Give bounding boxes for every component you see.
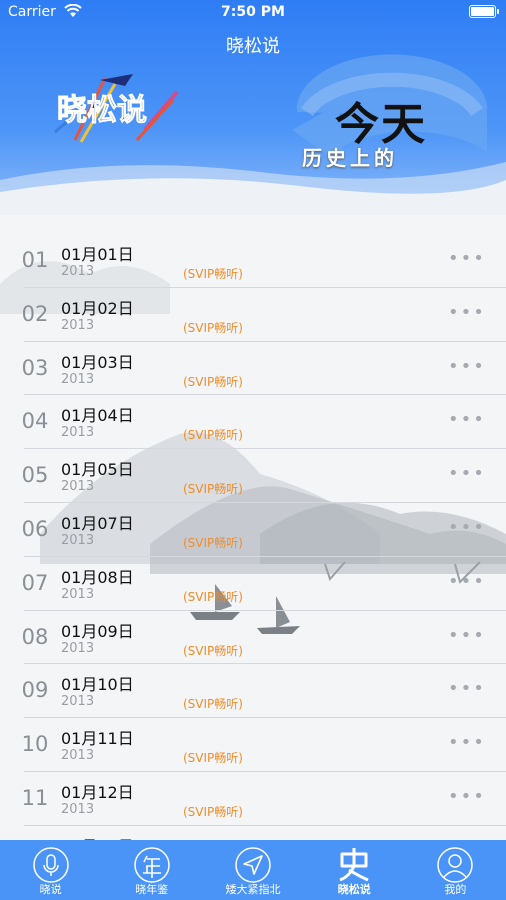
item-title: 01月13日 <box>61 833 134 840</box>
item-year: 2013 <box>61 801 95 817</box>
more-options-icon[interactable]: ••• <box>448 625 486 646</box>
svip-badge: (SVIP畅听) <box>183 535 243 550</box>
svg-text:晓松说: 晓松说 <box>57 93 147 128</box>
more-options-icon[interactable]: ••• <box>448 786 486 807</box>
list-item[interactable]: 08 01月09日 2013 (SVIP畅听) ••• <box>22 611 506 665</box>
item-title: 01月01日 <box>61 245 134 264</box>
item-title: 01月04日 <box>61 406 134 426</box>
item-title: 01月02日 <box>61 298 134 318</box>
list-item[interactable]: 11 01月12日 2013 (SVIP畅听) ••• <box>22 772 506 826</box>
item-year: 2013 <box>61 371 95 387</box>
item-year: 2013 <box>61 694 95 710</box>
tab-label: 晓松说 <box>337 883 371 896</box>
list-item[interactable]: 04 01月04日 2013 (SVIP畅听) ••• <box>22 395 506 450</box>
svip-badge: (SVIP畅听) <box>183 589 243 604</box>
item-number: 09 <box>21 678 49 703</box>
more-options-icon[interactable]: ••• <box>448 517 486 538</box>
more-options-icon[interactable]: ••• <box>448 248 486 269</box>
item-number: 01 <box>21 248 49 272</box>
item-number: 05 <box>21 463 49 488</box>
item-number: 11 <box>21 785 49 810</box>
item-year: 2013 <box>61 586 95 602</box>
item-year: 2013 <box>61 532 95 548</box>
item-year: 2013 <box>61 425 95 441</box>
more-options-icon[interactable]: ••• <box>448 463 486 484</box>
item-number: 08 <box>21 624 49 649</box>
status-bar: Carrier 7:50 PM <box>0 0 506 26</box>
list-item[interactable]: 09 01月10日 2013 (SVIP畅听) ••• <box>22 664 506 719</box>
more-options-icon[interactable]: ••• <box>448 678 486 699</box>
list-item[interactable]: 10 01月11日 2013 (SVIP畅听) ••• <box>22 718 506 772</box>
item-number: 03 <box>21 355 49 380</box>
tab-compass[interactable]: 矮大紧指北 <box>202 840 303 900</box>
list-item[interactable]: 01 01月01日 2013 (SVIP畅听) ••• <box>22 234 506 288</box>
item-year: 2013 <box>61 640 95 656</box>
list-item[interactable]: 03 01月03日 2013 (SVIP畅听) ••• <box>22 342 506 396</box>
app-logo: 晓松说 <box>54 74 179 143</box>
more-options-icon[interactable]: ••• <box>448 732 486 753</box>
item-title: 01月03日 <box>61 352 134 372</box>
svip-badge: (SVIP畅听) <box>183 482 243 497</box>
svip-badge: (SVIP畅听) <box>183 267 243 281</box>
svip-badge: (SVIP畅听) <box>183 804 243 819</box>
episode-list[interactable]: 01 01月01日 2013 (SVIP畅听) ••• 02 01月02日 2013 (SVIP… <box>0 234 506 840</box>
item-title: 01月11日 <box>61 729 134 749</box>
wave-divider <box>0 162 506 215</box>
svip-badge: (SVIP畅听) <box>183 751 243 766</box>
battery-icon <box>469 5 499 18</box>
item-title: 01月05日 <box>61 460 134 480</box>
compass-arrow-icon <box>235 847 271 883</box>
item-year: 2013 <box>61 264 95 279</box>
item-title: 01月08日 <box>61 567 134 587</box>
year-icon <box>134 847 170 883</box>
item-title: 01月10日 <box>61 675 134 695</box>
item-title: 01月09日 <box>61 621 134 641</box>
item-title: 01月12日 <box>61 782 134 802</box>
item-year: 2013 <box>61 317 95 333</box>
mic-icon <box>32 847 69 883</box>
more-options-icon[interactable]: ••• <box>448 409 486 430</box>
status-time: 7:50 PM <box>221 4 285 20</box>
tab-bar: 晓说 晓年鉴 矮大紧指北 晓松说 我的 <box>0 840 506 900</box>
list-item[interactable]: 02 01月02日 2013 (SVIP畅听) ••• <box>22 288 506 342</box>
item-number: 10 <box>21 732 49 757</box>
tab-profile[interactable]: 我的 <box>405 840 506 900</box>
header-banner: Carrier 7:50 PM 晓松说 晓松说 今天 历史上的 <box>0 0 506 215</box>
list-item[interactable]: 05 01月05日 2013 (SVIP畅听) ••• <box>22 449 506 503</box>
tab-history[interactable]: 晓松说 <box>304 840 405 900</box>
more-options-icon[interactable]: ••• <box>448 571 486 592</box>
item-number: 07 <box>21 570 49 595</box>
profile-icon <box>437 847 474 883</box>
more-options-icon[interactable]: ••• <box>448 356 486 377</box>
item-number: 04 <box>21 409 49 434</box>
item-number: 06 <box>21 516 49 541</box>
svip-badge: (SVIP畅听) <box>183 697 243 712</box>
tab-label: 矮大紧指北 <box>225 883 281 896</box>
tab-label: 晓说 <box>39 883 62 896</box>
item-number: 02 <box>21 301 49 326</box>
item-title: 01月07日 <box>61 513 134 533</box>
tab-label: 我的 <box>444 883 467 896</box>
more-options-icon[interactable]: ••• <box>448 302 486 323</box>
list-item[interactable]: 06 01月07日 2013 (SVIP畅听) ••• <box>22 503 506 557</box>
tab-xiaoshuo[interactable]: 晓说 <box>0 840 101 900</box>
tab-yearbook[interactable]: 晓年鉴 <box>101 840 202 900</box>
svip-badge: (SVIP畅听) <box>183 374 243 389</box>
svip-badge: (SVIP畅听) <box>183 428 243 443</box>
svip-badge: (SVIP畅听) <box>183 320 243 335</box>
svip-badge: (SVIP畅听) <box>183 643 243 658</box>
list-item[interactable]: 1201月13日2013(SVIP畅听)••• <box>22 826 506 840</box>
item-year: 2013 <box>61 748 95 764</box>
item-year: 2013 <box>61 479 95 495</box>
history-icon <box>339 848 369 882</box>
tab-label: 晓年鉴 <box>135 883 169 896</box>
list-item[interactable]: 07 01月08日 2013 (SVIP畅听) ••• <box>22 557 506 611</box>
